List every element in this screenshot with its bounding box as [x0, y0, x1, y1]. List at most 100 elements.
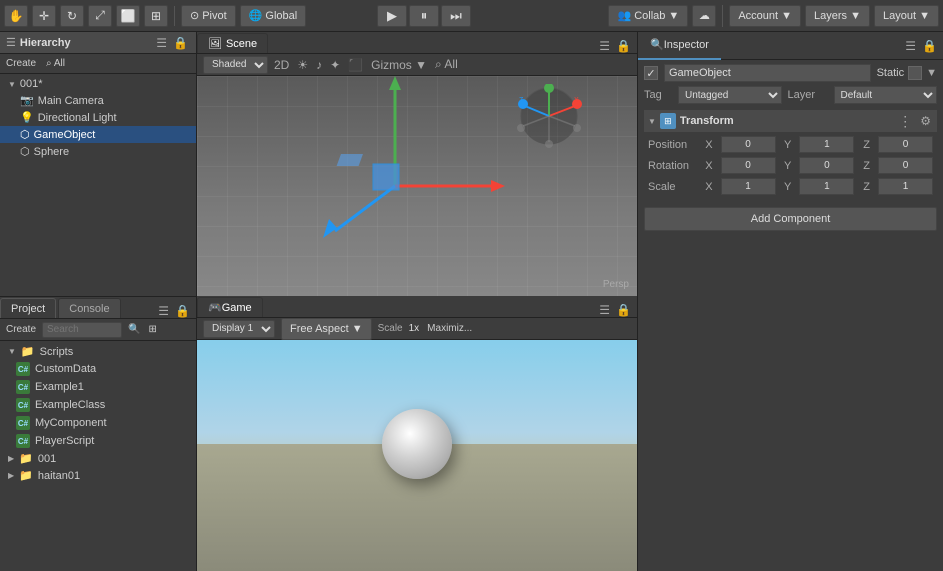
- main-camera-label: Main Camera: [38, 95, 104, 107]
- hierarchy-header: ☰ Hierarchy ☰ 🔒: [0, 32, 196, 54]
- pos-x-input[interactable]: [721, 136, 776, 153]
- effects-btn[interactable]: ✦: [328, 58, 342, 72]
- scene-all-btn[interactable]: ⌕ All: [433, 57, 460, 72]
- tab-inspector[interactable]: 🔍 Inspector: [638, 32, 721, 60]
- transform-title: Transform: [680, 115, 734, 127]
- rot-y-input[interactable]: [799, 157, 854, 174]
- static-checkbox[interactable]: [908, 66, 922, 80]
- layers-button[interactable]: Layers ▼: [805, 5, 870, 27]
- project-item-example1[interactable]: C# Example1: [0, 378, 196, 396]
- project-menu-btn[interactable]: ☰: [156, 304, 171, 318]
- project-item-playerscript[interactable]: C# PlayerScript: [0, 432, 196, 450]
- left-panel: ☰ Hierarchy ☰ 🔒 Create ⌕ All ▼ 001*: [0, 32, 197, 571]
- gizmos-btn[interactable]: Gizmos ▼: [369, 58, 429, 72]
- pause-button[interactable]: ⏸: [409, 5, 439, 27]
- transform-settings-btn[interactable]: ⚙: [918, 114, 933, 128]
- project-lock-btn[interactable]: 🔒: [173, 304, 192, 318]
- gameobject-name-input[interactable]: [664, 64, 871, 82]
- hierarchy-item-main-camera[interactable]: 📷 Main Camera: [0, 92, 196, 109]
- hierarchy-item-sphere[interactable]: ⬡ Sphere: [0, 143, 196, 160]
- tab-console[interactable]: Console: [58, 298, 120, 318]
- scene-image-btn[interactable]: ⬛: [346, 58, 365, 72]
- transform-tool-btn[interactable]: ⊞: [144, 5, 168, 27]
- project-search-input[interactable]: [42, 322, 122, 338]
- tab-game[interactable]: 🎮 Game: [197, 297, 263, 317]
- tab-project[interactable]: Project: [0, 298, 56, 318]
- hierarchy-lock-btn[interactable]: 🔒: [171, 36, 190, 50]
- project-item-exampleclass[interactable]: C# ExampleClass: [0, 396, 196, 414]
- pos-z-input[interactable]: [878, 136, 933, 153]
- global-button[interactable]: 🌐 Global: [240, 5, 307, 27]
- rot-x-input[interactable]: [721, 157, 776, 174]
- scale-x-input[interactable]: [721, 178, 776, 195]
- project-item-customdata[interactable]: C# CustomData: [0, 360, 196, 378]
- inspector-tab-label: Inspector: [664, 39, 709, 51]
- gameobject-active-checkbox[interactable]: ✓: [644, 66, 658, 80]
- project-sort-btn[interactable]: ⊞: [146, 324, 158, 335]
- gameobject-row: ✓ Static ▼: [644, 64, 937, 82]
- lighting-btn[interactable]: ☀: [295, 58, 310, 72]
- project-search-btn[interactable]: 🔍: [126, 324, 142, 335]
- rot-z-input[interactable]: [878, 157, 933, 174]
- scene-view[interactable]: X Y Z Pe: [197, 76, 637, 296]
- collab-button[interactable]: 👥 Collab ▼: [608, 5, 688, 27]
- project-create-btn[interactable]: Create: [4, 324, 38, 335]
- project-item-mycomponent[interactable]: C# MyComponent: [0, 414, 196, 432]
- scene-menu-btn[interactable]: ☰: [597, 39, 612, 53]
- transform-component-header[interactable]: ▼ ⊞ Transform ⋮ ⚙: [644, 110, 937, 132]
- position-row: Position X Y Z: [644, 134, 937, 155]
- hierarchy-root[interactable]: ▼ 001*: [0, 76, 196, 92]
- pivot-button[interactable]: ⊙ Pivot: [181, 5, 236, 27]
- layout-button[interactable]: Layout ▼: [874, 5, 939, 27]
- inspector-lock-btn[interactable]: 🔒: [922, 39, 937, 53]
- cloud-button[interactable]: ☁: [692, 5, 716, 27]
- tag-dropdown[interactable]: Untagged: [678, 86, 782, 104]
- hierarchy-create-btn[interactable]: Create: [4, 58, 38, 69]
- scale-tool-btn[interactable]: ⤢: [88, 5, 112, 27]
- tab-scene[interactable]: 🖼 Scene: [197, 33, 268, 53]
- game-sphere: [382, 409, 452, 479]
- hand-tool-btn[interactable]: ✋: [4, 5, 28, 27]
- display-dropdown[interactable]: Display 1: [203, 320, 275, 338]
- project-item-scripts[interactable]: ▼ 📁 Scripts: [0, 343, 196, 360]
- inspector-menu-btn[interactable]: ☰: [903, 39, 918, 53]
- rect-tool-btn[interactable]: ⬜: [116, 5, 140, 27]
- scene-lock-btn[interactable]: 🔒: [614, 39, 633, 53]
- playerscript-script-icon: C#: [16, 434, 30, 448]
- hierarchy-menu-btn[interactable]: ☰: [154, 36, 169, 50]
- game-menu-btn[interactable]: ☰: [597, 303, 612, 317]
- project-item-haitan01[interactable]: ▶ 📁 haitan01: [0, 467, 196, 484]
- game-view[interactable]: [197, 340, 637, 571]
- static-dropdown-arrow[interactable]: ▼: [926, 67, 937, 79]
- shading-dropdown[interactable]: Shaded: [203, 56, 268, 74]
- hierarchy-all-btn[interactable]: ⌕ All: [44, 58, 67, 69]
- project-item-001[interactable]: ▶ 📁 001: [0, 450, 196, 467]
- rotation-row: Rotation X Y Z: [644, 155, 937, 176]
- account-button[interactable]: Account ▼: [729, 5, 801, 27]
- layer-dropdown[interactable]: Default: [834, 86, 938, 104]
- hierarchy-item-directional-light[interactable]: 💡 Directional Light: [0, 109, 196, 126]
- scripts-folder-icon: 📁: [21, 345, 35, 358]
- hierarchy-item-gameobject[interactable]: ⬡ GameObject: [0, 126, 196, 143]
- haitan01-label: haitan01: [38, 470, 80, 482]
- global-icon: 🌐: [249, 9, 263, 22]
- add-component-button[interactable]: Add Component: [644, 207, 937, 231]
- 2d-btn[interactable]: 2D: [272, 58, 291, 72]
- aspect-dropdown[interactable]: Free Aspect ▼: [281, 318, 372, 340]
- pos-y-input[interactable]: [799, 136, 854, 153]
- transform-menu-btn[interactable]: ⋮: [898, 113, 912, 130]
- scale-y-input[interactable]: [799, 178, 854, 195]
- scene-search-icon: ⌕: [435, 57, 442, 71]
- maximize-btn[interactable]: Maximiz...: [425, 323, 474, 334]
- step-button[interactable]: ⏭: [441, 5, 471, 27]
- scale-label: Scale: [378, 323, 403, 334]
- scale-z-input[interactable]: [878, 178, 933, 195]
- move-tool-btn[interactable]: ✛: [32, 5, 56, 27]
- audio-btn[interactable]: ♪: [314, 58, 324, 72]
- cloud-icon: ☁: [699, 9, 710, 22]
- game-lock-btn[interactable]: 🔒: [614, 303, 633, 317]
- game-tab-icon: 🎮: [208, 301, 222, 314]
- play-button[interactable]: ▶: [377, 5, 407, 27]
- rotate-tool-btn[interactable]: ↻: [60, 5, 84, 27]
- toolbar-right: 👥 Collab ▼ ☁ Account ▼ Layers ▼ Layout ▼: [608, 5, 939, 27]
